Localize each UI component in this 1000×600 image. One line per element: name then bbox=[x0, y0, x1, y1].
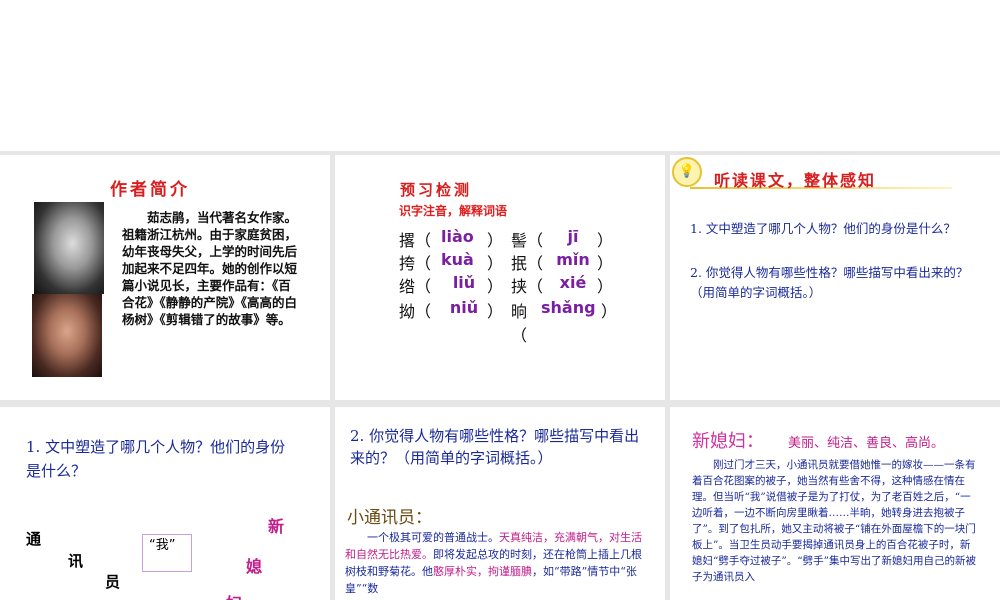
question: 2. 你觉得人物有哪些性格？哪些描写中看出来的？（用简单的字词概括。） bbox=[350, 427, 640, 467]
author-photo-young bbox=[34, 202, 104, 294]
char-yuan: 员 bbox=[105, 573, 121, 591]
pinyin-row: 拗（ niǔ）晌（ shǎng） bbox=[399, 298, 618, 345]
char-xin: 新 bbox=[268, 517, 285, 536]
blank-top-area bbox=[0, 0, 1000, 151]
slide-subtitle: 识字注音，解释词语 bbox=[399, 204, 508, 218]
paragraph: 一个极其可爱的普通战士。天真纯洁，充满朝气，对生活和自然无比热爱。即将发起总攻的… bbox=[345, 531, 642, 595]
question-2: 2. 你觉得人物有哪些性格？哪些描写中看出来的？（用简单的字词概括。） bbox=[690, 265, 969, 300]
char-xun: 讯 bbox=[68, 552, 84, 570]
slide-title: 听读课文，整体感知 bbox=[714, 171, 877, 190]
slide-title: 预习检测 bbox=[400, 181, 473, 199]
slide-thumbnail-preview-check[interactable]: 预习检测 识字注音，解释词语 撂（ liào）髻（ jī） 挎（ kuà）抿（ mǐn）… bbox=[335, 155, 665, 400]
question-1: 1. 文中塑造了哪几个人物？他们的身份是什么？ bbox=[690, 221, 956, 236]
paragraph: 刚过门才三天，小通讯员就要借她惟一的嫁妆——一条有着百合花图案的被子，她当然有些… bbox=[692, 459, 976, 583]
slide-thumbnail-listen-read[interactable]: 💡 听读课文，整体感知 1. 文中塑造了哪几个人物？他们的身份是什么？ 2. 你… bbox=[670, 155, 1000, 400]
slide-thumbnail-messenger[interactable]: 2. 你觉得人物有哪些性格？哪些描写中看出来的？（用简单的字词概括。） 小通讯员… bbox=[335, 407, 665, 600]
slide-thumbnail-author[interactable]: 作者简介 茹志鹃，当代著名女作家。祖籍浙江杭州。由于家庭贫困，幼年丧母失父，上学… bbox=[0, 155, 330, 400]
pinyin-row: 撂（ liào）髻（ jī） bbox=[399, 227, 614, 250]
heading: 新媳妇： bbox=[692, 431, 764, 452]
lightbulb-icon: 💡 bbox=[672, 157, 702, 187]
slide-thumbnail-characters[interactable]: 1. 文中塑造了哪几个人物？他们的身份是什么？ 通 讯 员 “我” 新 媳 妇 bbox=[0, 407, 330, 600]
question: 1. 文中塑造了哪几个人物？他们的身份是什么？ bbox=[26, 438, 286, 480]
author-bio: 茹志鹃，当代著名女作家。祖籍浙江杭州。由于家庭贫困，幼年丧母失父，上学的时间先后… bbox=[122, 210, 298, 327]
pinyin-row: 挎（ kuà）抿（ mǐn） bbox=[399, 250, 614, 273]
traits: 美丽、纯洁、善良、高尚。 bbox=[788, 436, 945, 451]
char-xi: 媳 bbox=[246, 557, 263, 576]
slide-thumbnail-bride[interactable]: 新媳妇： 美丽、纯洁、善良、高尚。 刚过门才三天，小通讯员就要借她惟一的嫁妆——… bbox=[670, 407, 1000, 600]
slide-title: 作者简介 bbox=[110, 180, 190, 200]
author-photo-old bbox=[32, 294, 102, 377]
pinyin-row: 绺（ liǔ）挟（ xié） bbox=[399, 273, 614, 296]
char-tong: 通 bbox=[26, 530, 42, 548]
narrator-box: “我” bbox=[142, 534, 192, 572]
heading: 小通讯员： bbox=[347, 508, 432, 528]
char-fu: 妇 bbox=[226, 590, 242, 600]
